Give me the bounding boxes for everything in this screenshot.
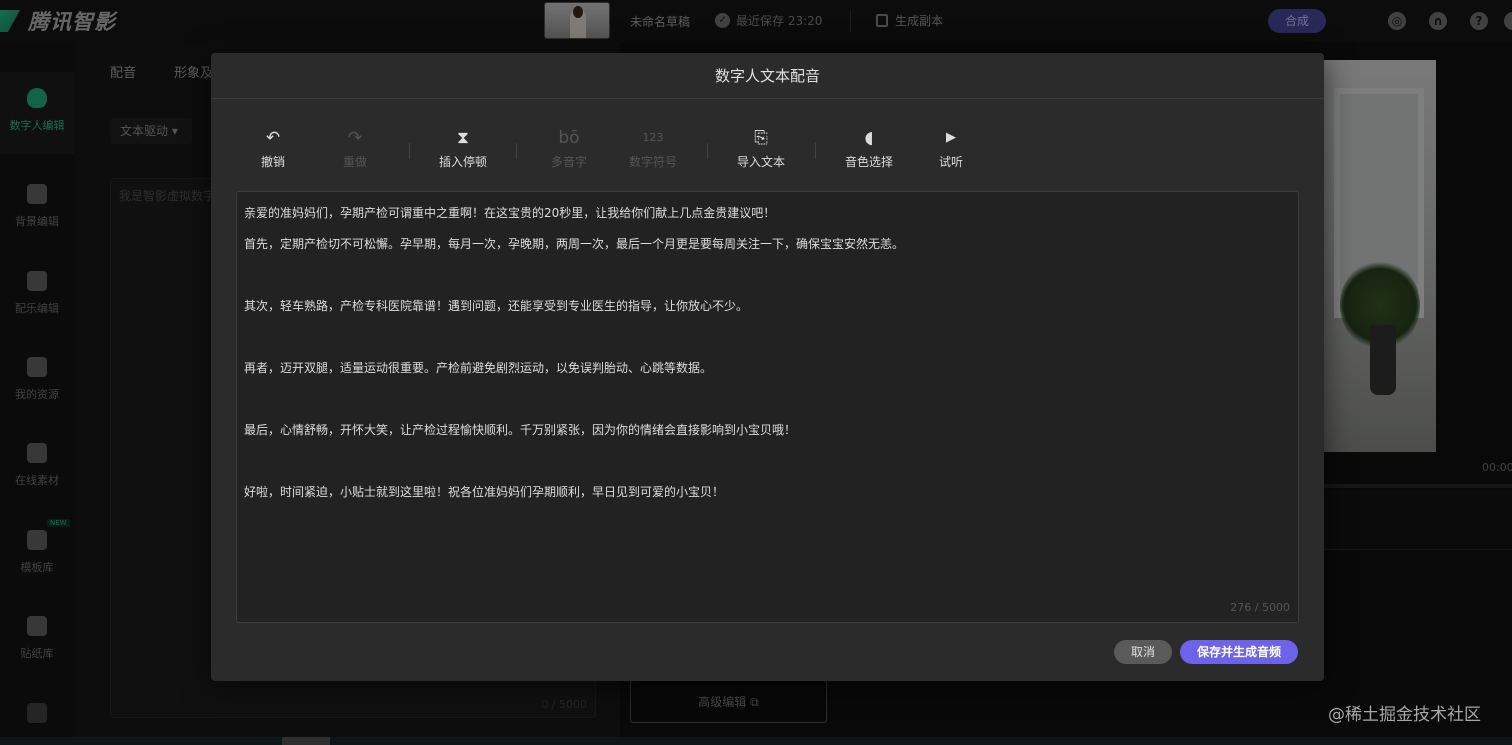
toolbar-divider [707, 143, 708, 159]
voice-select-button[interactable]: ◖ 音色选择 [833, 127, 905, 170]
watermark: @稀土掘金技术社区 [1328, 705, 1481, 725]
undo-button[interactable]: ↶ 撤销 [237, 127, 309, 170]
script-paragraph: 再者，迈开双腿，适量运动很重要。产检前避免剧烈运动，以免误判胎动、心跳等数据。 [244, 361, 713, 375]
save-generate-audio-button[interactable]: 保存并生成音频 [1180, 640, 1298, 664]
pause-insert-icon: ⧗ [457, 128, 469, 148]
editor-toolbar: ↶ 撤销 ↷ 重做 ⧗ 插入停顿 bō 多音字 123 数字符号 ⎘ 导入文本 … [235, 127, 1295, 177]
voice-select-label: 音色选择 [844, 155, 893, 169]
import-text-label: 导入文本 [736, 155, 785, 169]
polyphone-button[interactable]: bō 多音字 [533, 127, 605, 170]
text-dubbing-dialog: 数字人文本配音 ↶ 撤销 ↷ 重做 ⧗ 插入停顿 bō 多音字 123 数字符号… [211, 53, 1324, 681]
app-window: 腾讯智影 未命名草稿 ✓ 最近保存 23:20 生成副本 合成 ◎ ∩ ? 数字… [0, 0, 1512, 745]
import-text-button[interactable]: ⎘ 导入文本 [725, 127, 797, 170]
script-editor[interactable]: 亲爱的准妈妈们，孕期产检可谓重中之重啊！在这宝贵的20秒里，让我给你们献上几点金… [236, 191, 1299, 623]
undo-icon: ↶ [265, 128, 281, 148]
voice-select-icon: ◖ [864, 128, 874, 148]
insert-pause-button[interactable]: ⧗ 插入停顿 [427, 127, 499, 170]
redo-label: 重做 [342, 155, 367, 169]
play-icon: ▶ [946, 130, 956, 145]
undo-label: 撤销 [260, 155, 285, 169]
insert-pause-label: 插入停顿 [438, 155, 487, 169]
import-text-icon: ⎘ [754, 128, 768, 148]
script-paragraph: 好啦，时间紧迫，小贴士就到这里啦！祝各位准妈妈们孕期顺利，早日见到可爱的小宝贝！ [244, 485, 725, 499]
script-paragraph: 其次，轻车熟路，产检专科医院靠谱！遇到问题，还能享受到专业医生的指导，让你放心不… [244, 299, 749, 313]
number-symbol-button[interactable]: 123 数字符号 [617, 127, 689, 170]
preview-listen-label: 试听 [938, 155, 963, 169]
redo-button[interactable]: ↷ 重做 [319, 127, 391, 170]
char-count: 276 / 5000 [1230, 601, 1290, 614]
dialog-title: 数字人文本配音 [211, 53, 1324, 99]
toolbar-divider [516, 143, 517, 159]
toolbar-divider [409, 143, 410, 159]
toolbar-divider [815, 143, 816, 159]
script-paragraph: 首先，定期产检切不可松懈。孕早期，每月一次，孕晚期，两周一次，最后一个月更是要每… [244, 237, 905, 251]
redo-icon: ↷ [347, 128, 363, 148]
polyphone-icon: bō [558, 128, 580, 148]
script-paragraph: 最后，心情舒畅，开怀大笑，让产检过程愉快顺利。千万别紧张，因为你的情绪会直接影响… [244, 423, 797, 437]
cancel-button[interactable]: 取消 [1114, 640, 1172, 664]
script-paragraph: 亲爱的准妈妈们，孕期产检可谓重中之重啊！在这宝贵的20秒里，让我给你们献上几点金… [244, 206, 776, 220]
number-symbol-label: 数字符号 [628, 155, 677, 169]
preview-listen-button[interactable]: ▶ 试听 [915, 127, 987, 170]
polyphone-label: 多音字 [550, 155, 587, 169]
number-icon: 123 [642, 131, 664, 144]
